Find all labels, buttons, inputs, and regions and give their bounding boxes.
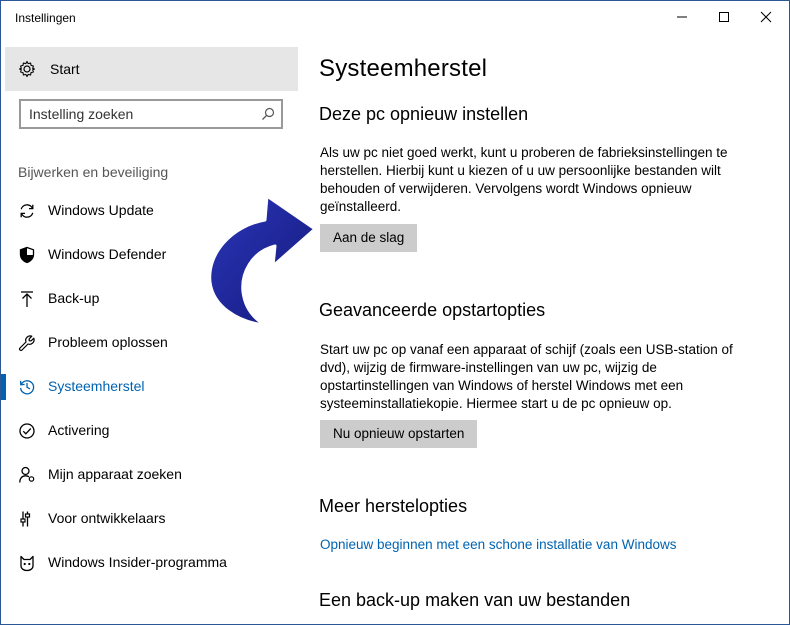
maximize-icon: [719, 12, 729, 22]
sidebar-item-voor-ontwikkelaars[interactable]: Voor ontwikkelaars: [1, 497, 299, 541]
search-icon[interactable]: [261, 107, 275, 121]
maximize-button[interactable]: [701, 1, 747, 33]
history-icon: [19, 380, 35, 395]
more-options-heading: Meer herstelopties: [319, 496, 468, 516]
close-icon: [760, 11, 772, 23]
page-title: Systeemherstel: [319, 55, 488, 82]
sidebar-item-label: Back-up: [48, 290, 100, 306]
check-circle-icon: [19, 423, 35, 439]
wrench-icon: [19, 335, 35, 351]
search-input[interactable]: [29, 105, 249, 123]
sidebar-item-label: Windows Insider-programma: [48, 554, 227, 570]
settings-window: Instellingen Start Instelling zoeken Bij…: [0, 0, 790, 625]
sidebar-item-label: Systeemherstel: [48, 378, 145, 394]
person-location-icon: [19, 466, 35, 483]
sidebar-item-systeemherstel[interactable]: Systeemherstel: [1, 365, 299, 409]
get-started-button[interactable]: Aan de slag: [320, 224, 418, 252]
active-indicator: [1, 374, 6, 400]
advanced-startup-description: Start uw pc op vanaf een apparaat of sch…: [320, 342, 733, 411]
minimize-icon: [677, 16, 687, 18]
upload-arrow-icon: [21, 291, 33, 307]
shield-icon: [19, 246, 35, 264]
sidebar-item-activering[interactable]: Activering: [1, 409, 299, 453]
window-title: Instellingen: [15, 11, 76, 25]
restart-now-button[interactable]: Nu opnieuw opstarten: [320, 420, 478, 448]
clean-install-link[interactable]: Opnieuw beginnen met een schone installa…: [320, 537, 676, 552]
home-button[interactable]: Start: [5, 47, 298, 91]
sidebar-item-label: Probleem oplossen: [48, 334, 168, 350]
gear-icon: [18, 60, 36, 78]
advanced-startup-heading: Geavanceerde opstartopties: [319, 300, 546, 320]
sliders-icon: [20, 511, 31, 527]
reset-heading: Deze pc opnieuw instellen: [319, 104, 529, 124]
title-bar: Instellingen: [1, 1, 789, 33]
sidebar-item-label: Windows Update: [48, 202, 154, 218]
close-button[interactable]: [743, 1, 789, 33]
insider-cat-icon: [20, 555, 34, 572]
backup-heading: Een back-up maken van uw bestanden: [319, 590, 631, 610]
reset-description: Als uw pc niet goed werkt, kunt u prober…: [320, 145, 728, 214]
minimize-button[interactable]: [659, 1, 705, 33]
sidebar-item-windows-insider[interactable]: Windows Insider-programma: [1, 541, 299, 585]
curved-arrow-annotation: [208, 194, 317, 327]
sidebar-item-label: Windows Defender: [48, 246, 167, 262]
section-heading: Bijwerken en beveiliging: [18, 164, 169, 180]
sidebar-item-label: Voor ontwikkelaars: [48, 510, 166, 526]
sidebar-item-label: Activering: [48, 422, 110, 438]
sidebar-item-mijn-apparaat-zoeken[interactable]: Mijn apparaat zoeken: [1, 453, 299, 497]
main-content: Systeemherstel Deze pc opnieuw instellen…: [319, 33, 779, 623]
search-box[interactable]: [19, 99, 283, 129]
home-label: Start: [50, 61, 80, 77]
refresh-icon: [20, 204, 34, 218]
sidebar-item-label: Mijn apparaat zoeken: [48, 466, 182, 482]
